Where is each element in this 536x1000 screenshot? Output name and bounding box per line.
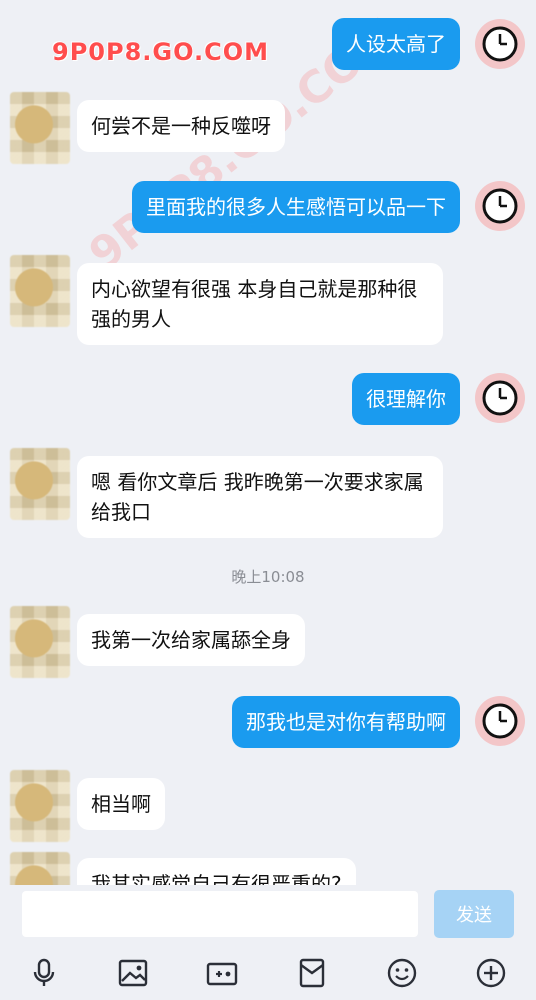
clock-icon	[482, 380, 518, 416]
send-button[interactable]: 发送	[434, 890, 514, 938]
plus-icon[interactable]	[471, 953, 511, 993]
contact-avatar[interactable]	[10, 606, 70, 678]
microphone-icon[interactable]	[24, 953, 64, 993]
emoji-icon[interactable]	[382, 953, 422, 993]
chat-area[interactable]: 9P0P8.GO.COM 9P0P8.GO.COM 人设太高了 何尝不是一种反噬…	[0, 0, 536, 885]
clock-icon	[482, 26, 518, 62]
watermark-logo: 9P0P8.GO.COM	[52, 38, 269, 66]
timestamp: 晚上10:08	[231, 568, 305, 586]
my-avatar[interactable]	[475, 696, 525, 746]
contact-avatar[interactable]	[10, 852, 70, 885]
composer-bar: 发送	[0, 885, 536, 945]
my-avatar[interactable]	[475, 181, 525, 231]
outgoing-message-bubble[interactable]: 那我也是对你有帮助啊	[232, 696, 460, 748]
clock-icon	[482, 188, 518, 224]
clock-icon	[482, 703, 518, 739]
message-input[interactable]	[22, 891, 418, 937]
red-packet-icon[interactable]	[292, 953, 332, 993]
contact-avatar[interactable]	[10, 255, 70, 327]
incoming-message-bubble[interactable]: 内心欲望有很强 本身自己就是那种很强的男人	[77, 263, 443, 345]
incoming-message-bubble[interactable]: 我其实感觉自己有很严重的?	[77, 858, 356, 885]
my-avatar[interactable]	[475, 19, 525, 69]
incoming-message-bubble[interactable]: 嗯 看你文章后 我昨晚第一次要求家属给我口	[77, 456, 443, 538]
incoming-message-bubble[interactable]: 我第一次给家属舔全身	[77, 614, 305, 666]
contact-avatar[interactable]	[10, 770, 70, 842]
image-icon[interactable]	[113, 953, 153, 993]
incoming-message-bubble[interactable]: 相当啊	[77, 778, 165, 830]
my-avatar[interactable]	[475, 373, 525, 423]
outgoing-message-bubble[interactable]: 人设太高了	[332, 18, 460, 70]
contact-avatar[interactable]	[10, 448, 70, 520]
contact-avatar[interactable]	[10, 92, 70, 164]
outgoing-message-bubble[interactable]: 里面我的很多人生感悟可以品一下	[132, 181, 460, 233]
incoming-message-bubble[interactable]: 何尝不是一种反噬呀	[77, 100, 285, 152]
outgoing-message-bubble[interactable]: 很理解你	[352, 373, 460, 425]
input-toolbar	[0, 945, 536, 1000]
camera-icon[interactable]	[202, 953, 242, 993]
